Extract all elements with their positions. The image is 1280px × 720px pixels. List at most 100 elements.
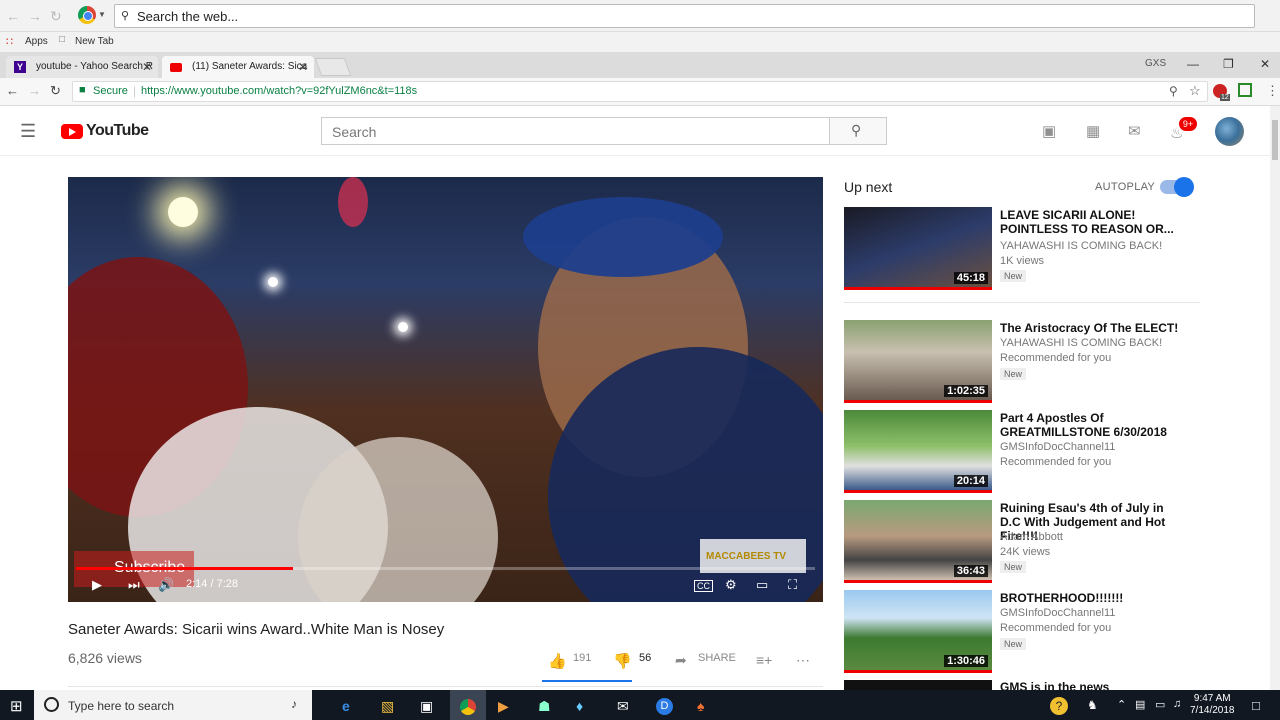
star-icon[interactable]: ☆ [1189, 83, 1201, 99]
extension-icon[interactable] [1238, 83, 1252, 97]
recommended-title[interactable]: BROTHERHOOD!!!!!!! [1000, 591, 1180, 605]
video-thumbnail[interactable] [844, 680, 992, 690]
chrome-logo-icon[interactable] [78, 6, 96, 24]
recommended-channel[interactable]: YAHAWASHI IS COMING BACK! [1000, 240, 1162, 252]
recommended-title[interactable]: LEAVE SICARII ALONE! POINTLESS TO REASON… [1000, 208, 1180, 236]
recommended-video[interactable]: 45:18 LEAVE SICARII ALONE! POINTLESS TO … [844, 207, 1204, 291]
back-icon[interactable]: ← [6, 83, 19, 98]
share-icon[interactable]: ➦ [675, 652, 687, 669]
autoplay-toggle[interactable] [1160, 177, 1194, 197]
file-explorer-icon[interactable]: ▧ [381, 698, 394, 715]
video-thumbnail[interactable]: 1:02:35 [844, 320, 992, 403]
add-to-playlist-icon[interactable]: ≡+ [756, 652, 772, 668]
play-icon[interactable]: ▶ [92, 577, 102, 593]
dislike-count[interactable]: 56 [639, 652, 651, 664]
close-tab-icon[interactable]: ✕ [298, 60, 308, 74]
recommended-video[interactable]: 36:43 Ruining Esau's 4th of July in D.C … [844, 500, 1204, 584]
video-thumbnail[interactable]: 36:43 [844, 500, 992, 583]
system-clock[interactable]: 9:47 AM 7/14/2018 [1190, 693, 1235, 717]
app-icon[interactable]: ♠ [697, 698, 704, 714]
chrome-taskbar-icon[interactable] [460, 699, 476, 715]
youtube-logo-text[interactable]: YouTube [86, 122, 149, 140]
duration-badge: 1:02:35 [944, 385, 988, 397]
store-icon[interactable]: ▣ [420, 698, 433, 715]
media-player-icon[interactable]: ▶ [498, 698, 509, 715]
like-count[interactable]: 191 [573, 652, 591, 664]
messages-icon[interactable]: ✉ [1128, 122, 1141, 140]
scrollbar-thumb[interactable] [1272, 120, 1278, 160]
recommended-channel[interactable]: GMSInfoDocChannel11 [1000, 607, 1115, 619]
captions-icon[interactable]: CC [694, 580, 713, 592]
volume-icon[interactable]: 🔊 [158, 577, 174, 593]
youtube-search-input[interactable]: Search [321, 117, 830, 145]
recommended-channel[interactable]: Adam Abbott [1000, 531, 1063, 543]
reload-icon[interactable]: ↻ [50, 83, 61, 99]
windows-start-icon[interactable]: ⊞ [10, 697, 23, 715]
bookmark-new-tab[interactable]: New Tab [75, 36, 114, 47]
recommended-channel[interactable]: GMSInfoDocChannel11 [1000, 441, 1115, 453]
app-icon[interactable]: ♦ [576, 698, 583, 714]
forward-icon[interactable]: → [28, 8, 42, 24]
youtube-search-button[interactable]: ⚲ [829, 117, 887, 145]
like-icon[interactable]: 👍 [548, 652, 567, 670]
microphone-icon[interactable]: ♪ [291, 697, 297, 711]
close-tab-icon[interactable]: ✕ [142, 60, 152, 74]
scrollbar[interactable] [1270, 106, 1280, 690]
recommended-title[interactable]: The Aristocracy Of The ELECT! [1000, 321, 1180, 335]
app-d-icon[interactable]: D [656, 698, 673, 715]
recommended-video[interactable]: 20:14 Part 4 Apostles Of GREATMILLSTONE … [844, 410, 1204, 494]
people-icon[interactable]: ♞ [1087, 698, 1098, 712]
tab-yahoo-search[interactable]: Y youtube - Yahoo Search R ✕ [6, 56, 158, 78]
taskbar-search-box[interactable]: Type here to search ♪ [34, 690, 312, 720]
help-icon[interactable]: ? [1050, 697, 1068, 715]
youtube-logo-icon[interactable] [61, 124, 83, 139]
volume-icon[interactable]: ♫ [1173, 698, 1181, 710]
avatar[interactable] [1215, 117, 1244, 146]
restore-icon[interactable]: ❐ [1223, 57, 1234, 71]
zoom-icon[interactable]: ⚲ [1169, 84, 1178, 98]
share-button[interactable]: SHARE [698, 652, 736, 664]
app-icon[interactable]: ☗ [538, 698, 551, 715]
settings-gear-icon[interactable]: ⚙ [725, 577, 737, 593]
theater-mode-icon[interactable]: ▭ [756, 577, 768, 593]
more-actions-icon[interactable]: ⋯ [796, 652, 810, 669]
network-icon[interactable]: ▤ [1135, 698, 1145, 711]
recommended-channel[interactable]: YAHAWASHI IS COMING BACK! [1000, 337, 1162, 349]
dislike-icon[interactable]: 👎 [613, 652, 632, 670]
video-thumbnail[interactable]: 1:30:46 [844, 590, 992, 673]
fullscreen-icon[interactable]: ⛶ [788, 577, 797, 593]
chevron-down-icon[interactable]: ▼ [98, 10, 106, 19]
address-bar[interactable]: ■ Secure | https://www.youtube.com/watch… [72, 81, 1208, 102]
close-window-icon[interactable]: ✕ [1260, 57, 1270, 71]
tab-label: youtube - Yahoo Search R [36, 61, 153, 72]
forward-icon[interactable]: → [28, 83, 41, 98]
video-thumbnail[interactable]: 20:14 [844, 410, 992, 493]
recommended-meta: 24K views [1000, 546, 1051, 558]
video-progress-bar[interactable] [76, 567, 815, 570]
upload-video-icon[interactable]: ▣ [1042, 122, 1056, 140]
web-search-input[interactable]: ⚲ Search the web... [114, 4, 1255, 28]
next-video-icon[interactable]: ⏭ [128, 577, 140, 593]
hamburger-menu-icon[interactable]: ☰ [20, 121, 36, 142]
recommended-video[interactable]: 1:02:35 The Aristocracy Of The ELECT! YA… [844, 320, 1204, 404]
video-player[interactable]: Subscribe MACCABEES TV ▶ ⏭ 🔊 2:14 / 7:28… [68, 177, 823, 602]
new-tab-button[interactable] [314, 58, 352, 76]
recommended-title[interactable]: Part 4 Apostles Of GREATMILLSTONE 6/30/2… [1000, 411, 1180, 439]
tab-youtube-video[interactable]: (11) Saneter Awards: Sica ✕ [162, 56, 314, 78]
back-icon[interactable]: ← [6, 8, 20, 24]
chevron-up-icon[interactable]: ⌃ [1117, 698, 1126, 711]
minimize-icon[interactable]: — [1187, 57, 1199, 71]
url-text[interactable]: https://www.youtube.com/watch?v=92fYulZM… [141, 85, 417, 97]
apps-grid-icon[interactable]: ▦ [1086, 122, 1100, 140]
reload-icon[interactable]: ↻ [50, 8, 62, 25]
battery-icon[interactable]: ▭ [1155, 698, 1165, 711]
action-center-icon[interactable]: □ [1252, 698, 1260, 713]
recommended-title[interactable]: GMS is in the news [1000, 681, 1109, 690]
video-thumbnail[interactable]: 45:18 [844, 207, 992, 290]
menu-dots-icon[interactable]: ⋮ [1266, 83, 1279, 99]
bookmark-apps[interactable]: Apps [25, 36, 48, 47]
recommended-video[interactable]: 1:30:46 BROTHERHOOD!!!!!!! GMSInfoDocCha… [844, 590, 1204, 674]
mail-icon[interactable]: ✉ [617, 698, 629, 715]
edge-icon[interactable]: e [342, 698, 350, 714]
profile-label[interactable]: GXS [1145, 58, 1166, 69]
